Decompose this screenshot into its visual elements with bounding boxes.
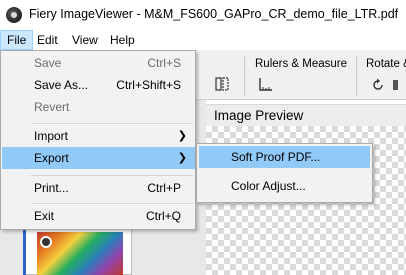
menu-separator: [31, 203, 193, 204]
rotate-label: Rotate &: [366, 58, 406, 70]
menu-view[interactable]: View: [66, 30, 104, 50]
thumbnail-badge-icon: [40, 236, 52, 248]
menu-item-color-adjust[interactable]: Color Adjust...: [199, 175, 370, 197]
menu-file[interactable]: File: [0, 30, 34, 50]
menu-bar: File Edit View Help: [0, 30, 406, 50]
thumbnail-selection-marker: [23, 228, 26, 275]
export-submenu: Soft Proof PDF... Color Adjust...: [196, 143, 373, 203]
menu-separator: [31, 123, 193, 124]
menu-item-revert[interactable]: Revert: [2, 96, 195, 118]
image-preview-header: Image Preview: [206, 104, 406, 126]
menu-item-print[interactable]: Print... Ctrl+P: [2, 177, 195, 199]
chevron-right-icon: ❯: [177, 130, 187, 142]
toolbar: Rulers & Measure Rotate &: [196, 50, 406, 100]
ruler-icon[interactable]: [258, 76, 274, 92]
window-title: Fiery ImageViewer - M&M_FS600_GAPro_CR_d…: [29, 7, 399, 21]
rulers-measure-label: Rulers & Measure: [255, 58, 348, 70]
fiery-app-icon[interactable]: [6, 7, 22, 23]
title-bar: Fiery ImageViewer - M&M_FS600_GAPro_CR_d…: [0, 0, 406, 30]
menu-item-import[interactable]: Import ❯: [2, 125, 195, 147]
file-menu-dropdown: Save Ctrl+S Save As... Ctrl+Shift+S Reve…: [0, 50, 196, 230]
menu-item-exit[interactable]: Exit Ctrl+Q: [2, 205, 195, 227]
menu-item-save[interactable]: Save Ctrl+S: [2, 52, 195, 74]
menu-separator: [31, 175, 193, 176]
chevron-right-icon: ❯: [177, 152, 187, 164]
toolbar-separator: [244, 56, 245, 96]
menu-item-soft-proof-pdf[interactable]: Soft Proof PDF...: [199, 146, 370, 168]
toolbar-separator: [356, 56, 357, 96]
split-view-icon[interactable]: [214, 76, 230, 92]
menu-edit[interactable]: Edit: [31, 30, 64, 50]
rotate-icon[interactable]: [370, 77, 386, 93]
flip-icon[interactable]: [392, 77, 406, 93]
menu-item-save-as[interactable]: Save As... Ctrl+Shift+S: [2, 74, 195, 96]
menu-help[interactable]: Help: [104, 30, 141, 50]
menu-item-export[interactable]: Export ❯: [2, 147, 195, 169]
